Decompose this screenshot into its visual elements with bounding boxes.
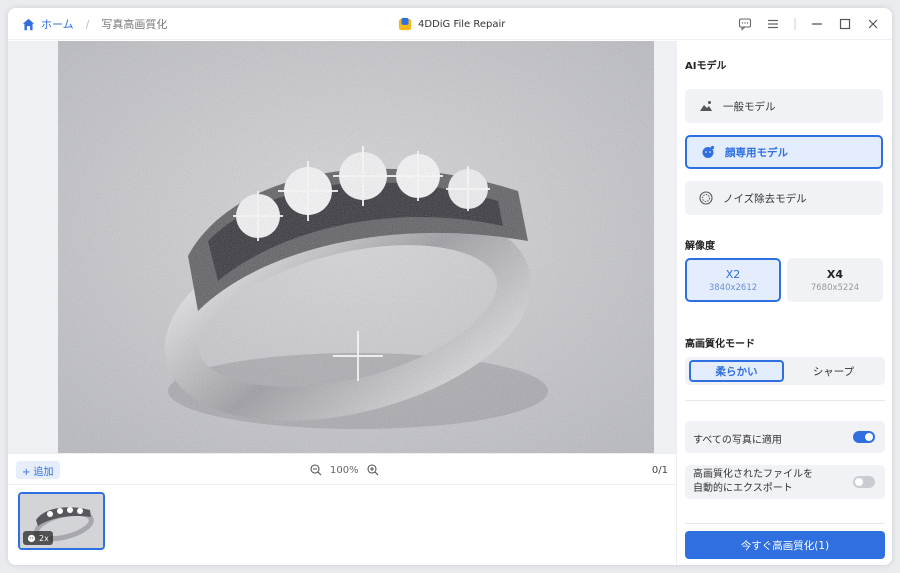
minimize-icon[interactable] xyxy=(810,17,824,31)
breadcrumb: ホーム / 写真高画質化 xyxy=(22,8,167,40)
face-icon xyxy=(702,145,715,158)
breadcrumb-home[interactable]: ホーム xyxy=(41,16,74,32)
apply-all-row: すべての写真に適用 xyxy=(685,421,885,453)
landscape-icon xyxy=(700,101,712,111)
resolution-x2-size: 3840x2612 xyxy=(708,282,758,293)
mode-segmented-control: 柔らかい シャープ xyxy=(685,357,885,385)
maximize-icon[interactable] xyxy=(838,17,852,31)
app-title-text: 4DDiG File Repair xyxy=(418,18,506,30)
close-icon[interactable] xyxy=(866,17,880,31)
thumbnail-item[interactable]: 2x xyxy=(18,492,105,550)
ai-model-title: AIモデル xyxy=(685,61,727,72)
add-button[interactable]: + 追加 xyxy=(16,461,60,479)
page-counter: 0/1 xyxy=(651,464,668,476)
preview-canvas xyxy=(8,41,676,453)
auto-export-label-line2: 自動的にエクスポート xyxy=(693,483,793,494)
panel-divider xyxy=(685,400,885,401)
auto-export-label-line1: 高画質化されたファイルを xyxy=(693,469,813,480)
zoom-level: 100% xyxy=(330,464,359,476)
resolution-x4-label: X4 xyxy=(826,267,844,281)
auto-export-toggle[interactable] xyxy=(853,476,875,488)
settings-panel: AIモデル 一般モデル 顔専用モデル ノイズ除去モデル 解像度 X2 3840x… xyxy=(676,41,892,565)
model-general-label: 一般モデル xyxy=(723,100,776,113)
noise-icon xyxy=(699,191,713,205)
apply-all-toggle[interactable] xyxy=(853,431,875,443)
preview-toolbar: + 追加 100% 0/1 xyxy=(8,453,676,485)
mode-soft-option[interactable]: 柔らかい xyxy=(689,360,784,382)
zoom-out-icon[interactable] xyxy=(310,464,322,476)
face-icon xyxy=(27,534,36,542)
zoom-controls: 100% xyxy=(310,454,379,486)
auto-export-row: 高画質化されたファイルを 自動的にエクスポート xyxy=(685,465,885,499)
home-icon[interactable] xyxy=(22,18,35,31)
breadcrumb-current: 写真高画質化 xyxy=(101,18,168,31)
model-face-button[interactable]: 顔専用モデル xyxy=(685,135,883,169)
model-general-button[interactable]: 一般モデル xyxy=(685,89,883,123)
zoom-in-icon[interactable] xyxy=(367,464,379,476)
ring-photo xyxy=(58,41,654,453)
thumbnail-strip: 2x xyxy=(8,486,676,565)
feedback-icon[interactable] xyxy=(738,17,752,31)
window-controls xyxy=(738,8,880,40)
title-bar: ホーム / 写真高画質化 4DDiG File Repair xyxy=(8,8,892,40)
resolution-x4-button[interactable]: X4 7680x5224 xyxy=(787,258,883,302)
resolution-x2-label: X2 xyxy=(725,267,741,281)
menu-icon[interactable] xyxy=(766,17,780,31)
resolution-title: 解像度 xyxy=(685,241,715,252)
resolution-x4-size: 7680x5224 xyxy=(810,282,860,293)
model-noise-label: ノイズ除去モデル xyxy=(723,192,807,205)
app-window: ホーム / 写真高画質化 4DDiG File Repair + 追加 100%… xyxy=(8,8,892,565)
resolution-x2-button[interactable]: X2 3840x2612 xyxy=(685,258,781,302)
thumbnail-badge-text: 2x xyxy=(39,533,49,543)
app-logo-icon xyxy=(398,17,412,31)
apply-all-label: すべての写真に適用 xyxy=(693,435,782,446)
mode-title: 高画質化モード xyxy=(685,339,755,350)
breadcrumb-separator: / xyxy=(85,17,90,31)
app-title: 4DDiG File Repair xyxy=(398,8,505,40)
panel-divider-bottom xyxy=(685,523,885,524)
divider-icon xyxy=(794,18,796,30)
enhance-now-button[interactable]: 今すぐ高画質化(1) xyxy=(685,531,885,559)
mode-sharp-option[interactable]: シャープ xyxy=(786,360,881,382)
thumbnail-badge: 2x xyxy=(23,531,53,545)
auto-export-label: 高画質化されたファイルを 自動的にエクスポート xyxy=(693,468,813,496)
model-face-label: 顔専用モデル xyxy=(725,146,788,159)
model-noise-button[interactable]: ノイズ除去モデル xyxy=(685,181,883,215)
